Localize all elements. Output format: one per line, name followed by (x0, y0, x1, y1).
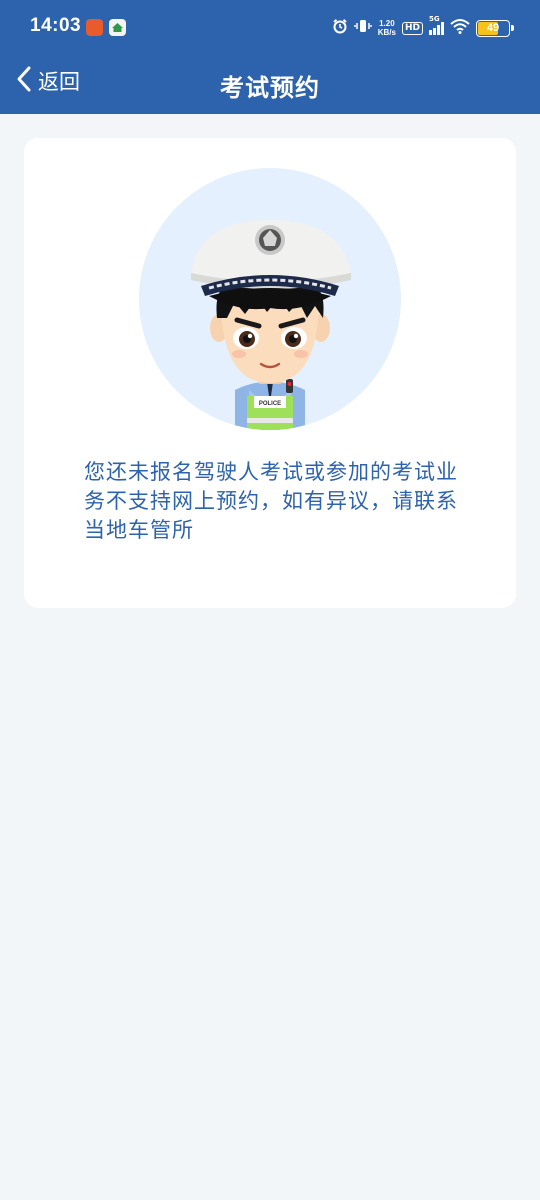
hd-badge: HD (401, 21, 423, 35)
notice-message: 您还未报名驾驶人考试或参加的考试业务不支持网上预约，如有异议，请联系当地车管所 (84, 460, 458, 542)
app-header: 14:03 1.20 KB/s HD 5G 49 返回 考试预约 (0, 0, 540, 114)
status-time: 14:03 (30, 15, 82, 36)
notice-card: POLICE 您还未报名驾驶人考试或参加的考试业务不支持网上预约，如有异议，请联… (24, 138, 516, 608)
alarm-icon (332, 18, 348, 38)
police-avatar: POLICE (139, 168, 401, 430)
battery-icon: 49 (476, 19, 514, 37)
network-speed: 1.20 KB/s (378, 19, 396, 37)
status-icons: 1.20 KB/s HD 5G 49 (332, 15, 514, 40)
app-notification-icon (86, 19, 103, 36)
status-bar: 14:03 1.20 KB/s HD 5G 49 (0, 0, 540, 56)
signal-icon: 5G (429, 15, 444, 35)
police-badge-text: POLICE (259, 401, 281, 407)
police-officer-illustration: POLICE (191, 220, 351, 430)
page-title: 考试预约 (220, 74, 320, 102)
vibrate-icon (354, 18, 372, 38)
network-type-label: 5G (429, 15, 440, 23)
wifi-icon (450, 18, 470, 38)
nav-bar: 返回 考试预约 (0, 56, 540, 114)
battery-level: 49 (486, 22, 500, 34)
network-speed-value: 1.20 (379, 19, 395, 28)
home-app-notification-icon (109, 19, 126, 36)
network-speed-unit: KB/s (377, 28, 396, 37)
